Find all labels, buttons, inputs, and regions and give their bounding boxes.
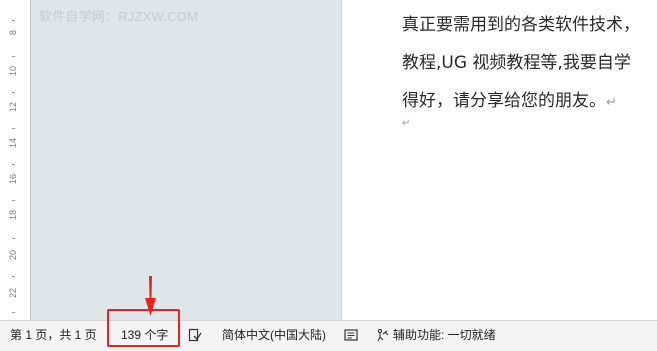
language-indicator[interactable]: 简体中文(中国大陆): [222, 321, 326, 351]
watermark-text: 软件自学网：RJZXW.COM: [39, 9, 198, 24]
ruler-label: 12: [8, 102, 18, 113]
ruler-minor-tick: [12, 276, 15, 277]
ruler-minor-tick: [12, 92, 15, 93]
status-bar: 第 1 页，共 1 页 139 个字 简体中文(中国大陆) 辅助功能: 一切就绪: [0, 320, 657, 351]
focus-mode-icon[interactable]: [344, 328, 358, 342]
ruler-label: 18: [8, 210, 18, 221]
ruler-minor-tick: [12, 200, 15, 201]
ruler-label: 16: [8, 174, 18, 185]
ruler-minor-tick: [12, 238, 15, 239]
ruler-label: 14: [8, 138, 18, 149]
ruler-label: 8: [8, 30, 18, 36]
ruler-minor-tick: [12, 128, 15, 129]
accessibility-icon[interactable]: [376, 328, 390, 342]
document-canvas: 软件自学网：RJZXW.COM: [31, 0, 341, 320]
ruler-minor-tick: [12, 20, 15, 21]
document-text-line[interactable]: 真正要需用到的各类软件技术，: [402, 10, 640, 35]
text-content: 得好，请分享给您的朋友。: [402, 91, 606, 111]
page-number-indicator[interactable]: 第 1 页，共 1 页: [10, 321, 97, 351]
document-page[interactable]: 真正要需用到的各类软件技术， 教程,UG 视频教程等,我要自学 得好，请分享给您…: [341, 0, 657, 320]
text-content: 教程,UG 视频教程等,我要自学: [402, 53, 631, 73]
ruler-minor-tick: [12, 312, 15, 313]
empty-paragraph-mark: ↵: [402, 118, 411, 129]
document-text-line[interactable]: 教程,UG 视频教程等,我要自学: [402, 48, 631, 73]
accessibility-status[interactable]: 辅助功能: 一切就绪: [393, 321, 496, 351]
ruler-minor-tick: [12, 56, 15, 57]
ruler-label: 22: [8, 288, 18, 299]
ruler-minor-tick: [12, 164, 15, 165]
vertical-ruler[interactable]: 8 10 12 14 16 18 20 22: [0, 0, 31, 320]
paragraph-mark: ↵: [606, 95, 617, 110]
ruler-label: 10: [8, 66, 18, 77]
ruler-label: 20: [8, 250, 18, 261]
document-text-line[interactable]: 得好，请分享给您的朋友。↵: [402, 86, 617, 111]
text-content: 真正要需用到的各类软件技术，: [402, 15, 640, 35]
red-arrow-annotation: [145, 276, 156, 316]
proofing-check-icon[interactable]: [188, 328, 202, 342]
